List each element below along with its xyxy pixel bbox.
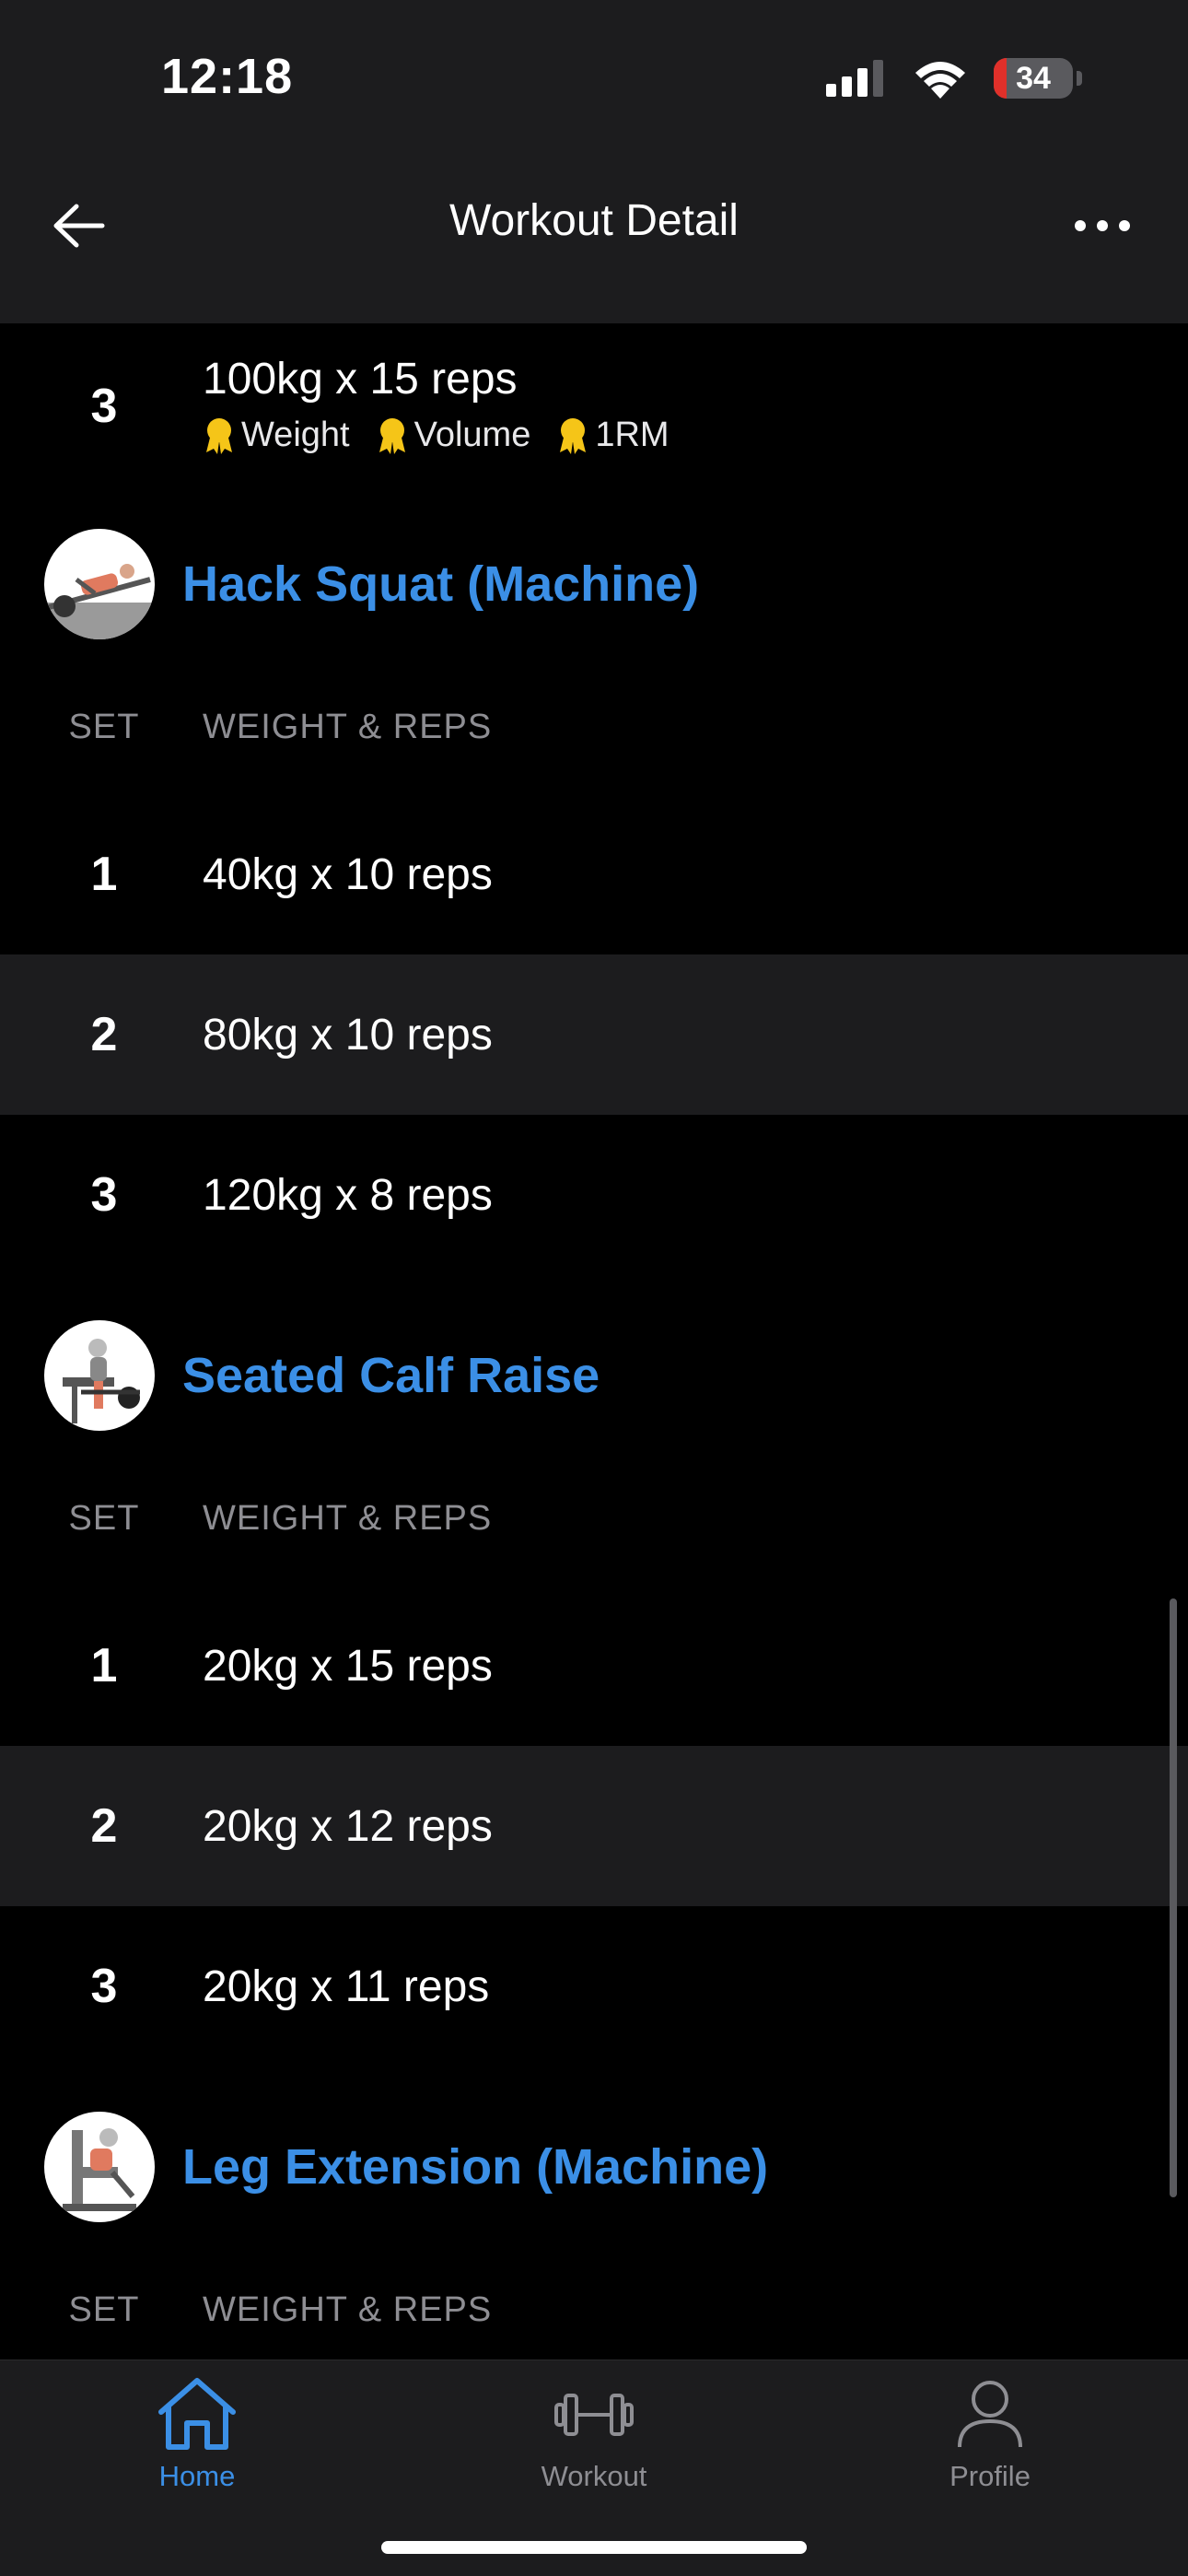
set-number: 1 [90,1639,118,1692]
workout-content[interactable]: 3 100kg x 15 reps Weight Volume 1RM Hack… [0,323,1188,2359]
set-weight-reps: 80kg x 10 reps [203,1010,493,1060]
status-icons: 34 [826,55,1082,101]
set-weight-reps: 100kg x 15 reps [203,355,518,404]
col-header-weight-reps: WEIGHT & REPS [203,707,493,746]
tab-profile[interactable]: Profile [889,2377,1091,2493]
tab-home[interactable]: Home [96,2377,298,2493]
record-label: Volume [413,416,531,454]
battery-low-fill [994,58,1007,99]
record-badge: Volume [376,416,531,455]
set-row: 3 120kg x 8 reps [0,1115,1188,1275]
scrollbar[interactable] [1170,1598,1177,2197]
leg-extension-machine-icon [63,2128,136,2211]
col-header-set: SET [68,707,140,746]
col-header-weight-reps: WEIGHT & REPS [203,1498,493,1538]
header: 12:18 34 Workout Detail [0,0,1188,323]
exercise-thumbnail [44,1320,155,1431]
workout-detail-screen: 12:18 34 Workout Detail 3 100kg x 15 rep… [0,0,1188,2576]
tab-label: Workout [541,2460,647,2492]
exercise-name[interactable]: Leg Extension (Machine) [182,2138,768,2195]
set-number: 2 [90,1799,118,1853]
set-number: 2 [90,1008,118,1061]
exercise-header-seated-calf-raise[interactable]: Seated Calf Raise [0,1316,1188,1435]
set-number: 1 [90,848,118,901]
medal-icon [379,417,405,454]
set-number: 3 [90,1168,118,1222]
personal-records: Weight Volume 1RM [203,416,670,455]
exercise-header-hack-squat[interactable]: Hack Squat (Machine) [0,524,1188,644]
set-weight-reps: 20kg x 12 reps [203,1801,493,1851]
col-header-set: SET [68,2289,140,2329]
record-badge: 1RM [556,416,670,455]
exercise-name[interactable]: Hack Squat (Machine) [182,556,699,613]
tab-workout[interactable]: Workout [493,2377,695,2493]
set-weight-reps: 20kg x 15 reps [203,1641,493,1691]
exercise-header-leg-extension[interactable]: Leg Extension (Machine) [0,2107,1188,2227]
tab-label: Home [158,2460,236,2492]
page-title: Workout Detail [449,196,739,245]
status-time: 12:18 [161,49,294,104]
record-label: Weight [241,416,350,454]
more-dot-icon [1097,220,1108,231]
set-row: 3 20kg x 11 reps [0,1906,1188,2067]
home-indicator[interactable] [381,2541,807,2554]
set-row: 3 100kg x 15 reps Weight Volume 1RM [0,323,1188,484]
set-row: 2 80kg x 10 reps [0,954,1188,1115]
set-number: 3 [90,380,118,433]
column-headers: SET WEIGHT & REPS [0,2273,1188,2347]
column-headers: SET WEIGHT & REPS [0,1481,1188,1555]
record-badge: Weight [203,416,350,455]
person-icon [958,2381,1022,2448]
col-header-set: SET [68,1498,140,1538]
set-row: 2 20kg x 12 reps [0,1746,1188,1906]
medal-icon [560,417,587,454]
column-headers: SET WEIGHT & REPS [0,690,1188,764]
set-row: 1 20kg x 15 reps [0,1586,1188,1746]
col-header-weight-reps: WEIGHT & REPS [203,2289,493,2329]
hack-squat-machine-icon [44,564,155,639]
tab-label: Profile [949,2460,1031,2492]
dumbbell-icon [554,2394,634,2436]
record-label: 1RM [595,416,670,454]
exercise-name[interactable]: Seated Calf Raise [182,1347,600,1404]
cellular-signal-icon [826,60,883,97]
exercise-thumbnail [44,2112,155,2222]
set-row: 1 40kg x 10 reps [0,794,1188,954]
medal-icon [206,417,232,454]
set-weight-reps: 40kg x 10 reps [203,849,493,899]
more-dot-icon [1075,220,1086,231]
more-options-button[interactable] [1061,198,1144,253]
battery-cap [1077,71,1082,86]
set-weight-reps: 120kg x 8 reps [203,1170,493,1220]
seated-calf-raise-icon [63,1339,140,1423]
more-dot-icon [1119,220,1130,231]
battery-indicator: 34 [994,58,1073,99]
battery-level: 34 [1016,60,1051,96]
set-number: 3 [90,1960,118,2013]
home-icon [158,2378,236,2450]
exercise-thumbnail [44,529,155,639]
wifi-icon [915,62,965,99]
set-weight-reps: 20kg x 11 reps [203,1961,490,2011]
